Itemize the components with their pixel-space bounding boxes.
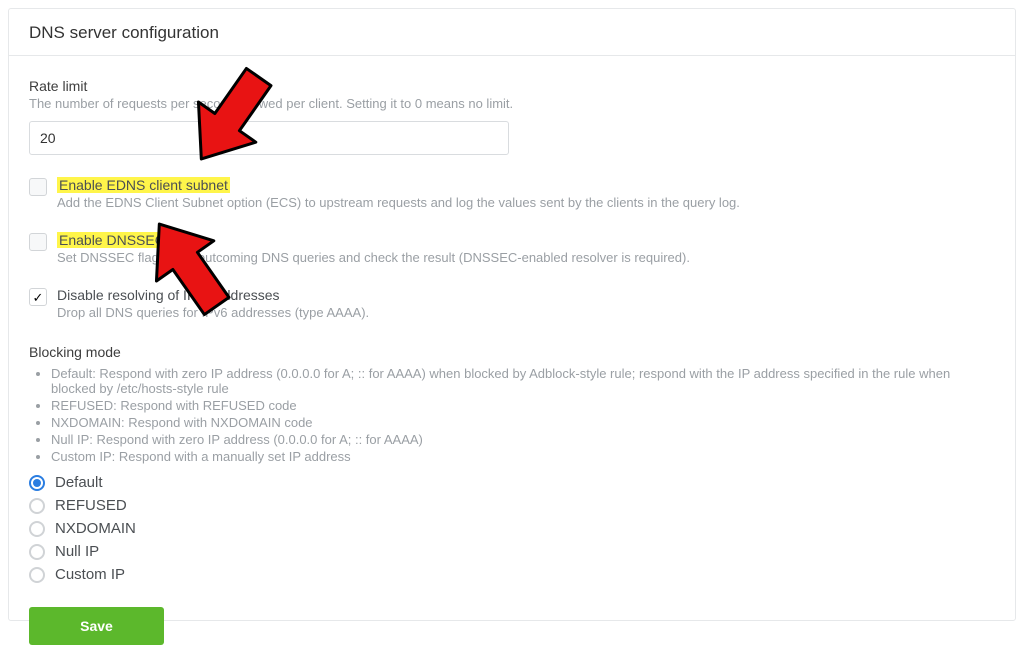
option-ipv6: ✓ Disable resolving of IPv6 addresses Drop… (29, 287, 995, 320)
checkbox-ipv6[interactable]: ✓ (29, 288, 47, 306)
blocking-mode-radio-nxdomain[interactable]: NXDOMAIN (29, 520, 995, 537)
option-label: Enable EDNS client subnet (57, 177, 740, 193)
radio-dot-icon (29, 544, 45, 560)
radio-dot-icon (29, 521, 45, 537)
option-desc: Set DNSSEC flag in the outcoming DNS que… (57, 250, 690, 265)
option-dnssec: Enable DNSSEC Set DNSSEC flag in the outc… (29, 232, 995, 265)
page-title: DNS server configuration (9, 9, 1015, 56)
blocking-desc-item: Null IP: Respond with zero IP address (0… (51, 432, 995, 447)
option-desc: Drop all DNS queries for IPv6 addresses … (57, 305, 369, 320)
option-label: Disable resolving of IPv6 addresses (57, 287, 369, 303)
blocking-desc-item: Custom IP: Respond with a manually set I… (51, 449, 995, 464)
radio-dot-icon (29, 475, 45, 491)
blocking-mode-descriptions: Default: Respond with zero IP address (0… (29, 366, 995, 464)
radio-dot-icon (29, 498, 45, 514)
blocking-mode-heading: Blocking mode (29, 344, 995, 360)
rate-limit-input[interactable] (29, 121, 509, 155)
radio-label: Default (55, 474, 103, 491)
radio-label: NXDOMAIN (55, 520, 136, 537)
save-button[interactable]: Save (29, 607, 164, 645)
blocking-mode-radio-default[interactable]: Default (29, 474, 995, 491)
radio-label: Null IP (55, 543, 99, 560)
option-edns: Enable EDNS client subnet Add the EDNS Cl… (29, 177, 995, 210)
blocking-mode-radio-null-ip[interactable]: Null IP (29, 543, 995, 560)
radio-label: Custom IP (55, 566, 125, 583)
blocking-mode-radio-custom-ip[interactable]: Custom IP (29, 566, 995, 583)
blocking-mode-radio-refused[interactable]: REFUSED (29, 497, 995, 514)
radio-dot-icon (29, 567, 45, 583)
rate-limit-label: Rate limit (29, 78, 995, 94)
blocking-desc-item: NXDOMAIN: Respond with NXDOMAIN code (51, 415, 995, 430)
radio-label: REFUSED (55, 497, 127, 514)
blocking-desc-item: REFUSED: Respond with REFUSED code (51, 398, 995, 413)
option-label: Enable DNSSEC (57, 232, 690, 248)
blocking-desc-item: Default: Respond with zero IP address (0… (51, 366, 995, 396)
option-desc: Add the EDNS Client Subnet option (ECS) … (57, 195, 740, 210)
checkbox-dnssec[interactable] (29, 233, 47, 251)
rate-limit-help: The number of requests per second allowe… (29, 96, 995, 111)
checkbox-edns[interactable] (29, 178, 47, 196)
